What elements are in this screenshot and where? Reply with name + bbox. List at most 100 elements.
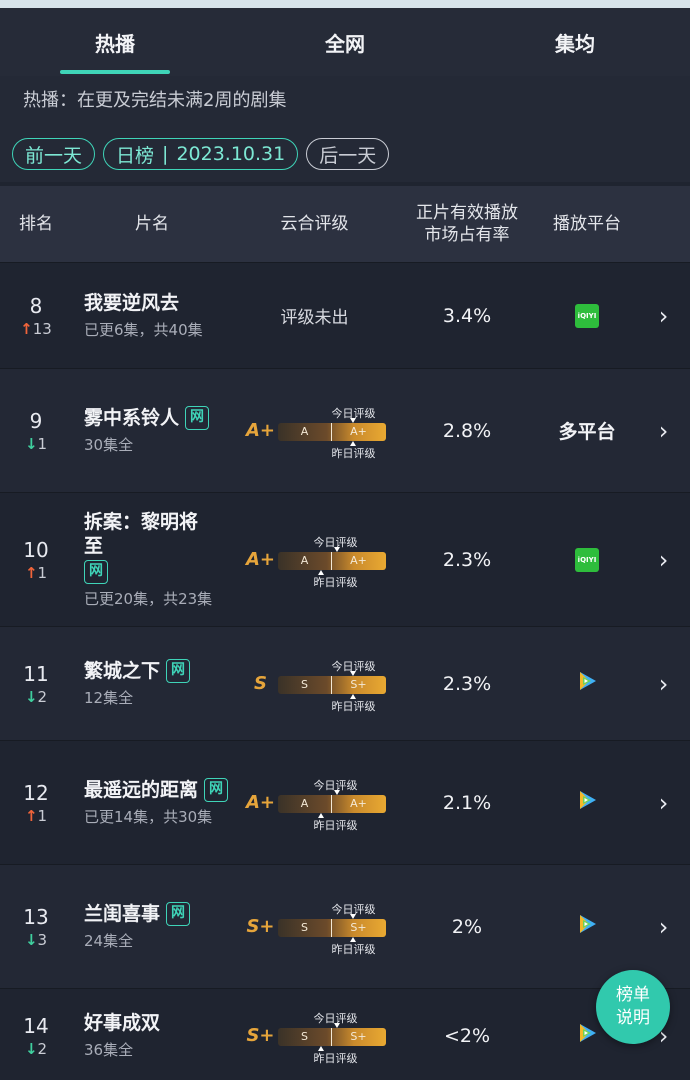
scale-right-grade: S+ [350, 920, 367, 934]
table-row[interactable]: 11 ↓2 繁城之下网 12集全 S 今日评级 S S+ 昨日评级 2.3% › [0, 626, 690, 740]
show-title: 好事成双 [84, 1012, 161, 1034]
rank-cell: 11 ↓2 [0, 662, 72, 706]
grade-bar: A A+ [277, 794, 386, 813]
platform-cell [537, 912, 637, 941]
chevron-right-icon[interactable]: › [637, 670, 690, 698]
grade-value: S [254, 673, 267, 694]
rank-change: ↓1 [25, 435, 47, 453]
rank-number: 10 [23, 537, 49, 562]
market-share: 2.3% [442, 548, 492, 571]
tencent-video-logo-icon [575, 788, 599, 817]
table-row[interactable]: 13 ↓3 兰闺喜事网 24集全 S+ 今日评级 S S+ 昨日评级 2% › [0, 864, 690, 988]
show-title: 雾中系铃人 [84, 406, 180, 429]
market-share: 2% [451, 915, 483, 938]
table-row[interactable]: 10 ↑1 拆案：黎明将至网已更20集，共23集 A+ 今日评级 A A+ 昨日评级 2.3% i… [0, 492, 690, 626]
yesterday-grade-label: 昨日评级 [331, 699, 376, 713]
chevron-right-icon[interactable]: › [637, 789, 690, 817]
show-title-line: 繁城之下网 [84, 659, 232, 684]
rank-change: ↓3 [25, 931, 47, 949]
scale-divider [330, 1027, 332, 1046]
scale-divider [330, 794, 332, 813]
market-share: <2% [443, 1024, 491, 1047]
show-title-line: 我要逆风去 [84, 291, 232, 315]
rank-cell: 8 ↑13 [0, 294, 72, 338]
rank-number: 13 [23, 904, 49, 929]
rank-up-arrow-icon: ↑ [24, 563, 38, 582]
platform-cell: 多平台 [537, 417, 637, 444]
rank-change-value: 2 [37, 1039, 48, 1058]
rank-cell: 9 ↓1 [0, 409, 72, 453]
show-title-line: 最遥远的距离网 [84, 778, 232, 803]
title-cell: 兰闺喜事网 24集全 [72, 902, 232, 952]
grade-cell: 评级未出 [232, 303, 397, 328]
show-title-line: 好事成双 [84, 1011, 232, 1035]
scale-left-grade: A [300, 553, 309, 567]
grade-cell: S 今日评级 S S+ 昨日评级 [232, 654, 397, 714]
board-info-button[interactable]: 榜单 说明 [596, 970, 670, 1044]
date-navigation: 前一天 日榜 | 2023.10.31 后一天 [0, 126, 690, 182]
grade-scale: 今日评级 S S+ 昨日评级 [277, 897, 386, 957]
show-title-line: 雾中系铃人网 [84, 406, 232, 431]
rank-number: 8 [29, 293, 43, 318]
yesterday-grade-label: 昨日评级 [313, 575, 358, 589]
web-drama-badge: 网 [185, 406, 210, 431]
show-title: 我要逆风去 [84, 292, 180, 314]
title-cell: 我要逆风去 已更6集，共40集 [72, 291, 232, 340]
scale-right-grade: A+ [350, 424, 367, 438]
prev-day-button[interactable]: 前一天 [12, 138, 96, 170]
scale-right-grade: A+ [350, 553, 367, 567]
market-share: 2.1% [442, 791, 492, 814]
grade-cell: S+ 今日评级 S S+ 昨日评级 [232, 897, 397, 957]
web-drama-badge: 网 [84, 560, 108, 584]
grade-value: S+ [246, 916, 275, 937]
episode-info: 30集全 [84, 436, 134, 455]
episode-info: 36集全 [84, 1041, 134, 1059]
chevron-right-icon[interactable]: › [637, 302, 690, 330]
header-share: 正片有效播放 市场占有率 [397, 202, 537, 246]
grade-value: A+ [245, 549, 275, 570]
tab-hot[interactable]: 热播 [0, 8, 230, 76]
chevron-right-icon[interactable]: › [637, 546, 690, 574]
rank-down-arrow-icon: ↓ [24, 930, 38, 949]
scale-divider [330, 675, 332, 694]
table-row[interactable]: 14 ↓2 好事成双 36集全 S+ 今日评级 S S+ 昨日评级 <2% › [0, 988, 690, 1080]
date-picker-button[interactable]: 日榜 | 2023.10.31 [103, 138, 299, 170]
yesterday-grade-label: 昨日评级 [313, 1051, 358, 1065]
platform-cell [537, 669, 637, 698]
title-cell: 雾中系铃人网 30集全 [72, 406, 232, 456]
chevron-right-icon[interactable]: › [637, 417, 690, 445]
rank-number: 12 [23, 780, 49, 805]
grade-scale: 今日评级 S S+ 昨日评级 [277, 1006, 386, 1066]
rank-cell: 13 ↓3 [0, 905, 72, 949]
grade-bar: S S+ [277, 675, 386, 694]
show-title-line: 兰闺喜事网 [84, 902, 232, 927]
rank-change-value: 1 [37, 806, 48, 825]
table-row[interactable]: 9 ↓1 雾中系铃人网 30集全 A+ 今日评级 A A+ 昨日评级 2.8% 多平台 › [0, 368, 690, 492]
rank-change-value: 1 [37, 434, 48, 453]
multi-platform-label: 多平台 [558, 421, 616, 443]
rank-change-value: 13 [32, 319, 52, 338]
table-row[interactable]: 8 ↑13 我要逆风去 已更6集，共40集 评级未出 3.4% iQIYI › [0, 262, 690, 368]
market-share: 3.4% [442, 304, 492, 327]
tencent-video-logo-icon [575, 912, 599, 941]
tab-per-episode[interactable]: 集均 [460, 8, 690, 76]
chevron-right-icon[interactable]: › [637, 913, 690, 941]
show-title: 最遥远的距离 [84, 778, 199, 801]
episode-info: 12集全 [84, 689, 134, 708]
scale-left-grade: A [300, 424, 309, 438]
next-day-button[interactable]: 后一天 [306, 138, 390, 170]
grade-scale: 今日评级 A A+ 昨日评级 [277, 401, 386, 461]
table-row[interactable]: 12 ↑1 最遥远的距离网已更14集，共30集 A+ 今日评级 A A+ 昨日评级 2.1% › [0, 740, 690, 864]
rank-cell: 10 ↑1 [0, 538, 72, 582]
episode-info: 已更20集，共23集 [84, 590, 213, 608]
episode-info: 24集全 [84, 932, 134, 951]
grade-value: A+ [245, 792, 275, 813]
grade-cell: A+ 今日评级 A A+ 昨日评级 [232, 401, 397, 461]
grade-scale: 今日评级 A A+ 昨日评级 [277, 773, 386, 833]
board-description: 热播：在更及完结未满2周的剧集 [0, 76, 690, 126]
iqiyi-logo-icon: iQIYI [575, 303, 599, 328]
tab-all-network[interactable]: 全网 [230, 8, 460, 76]
scale-right-grade: S+ [350, 677, 367, 691]
ranking-list: 8 ↑13 我要逆风去 已更6集，共40集 评级未出 3.4% iQIYI › 9 ↓1 雾中系铃人… [0, 262, 690, 1080]
scale-left-grade: S [301, 1029, 308, 1043]
